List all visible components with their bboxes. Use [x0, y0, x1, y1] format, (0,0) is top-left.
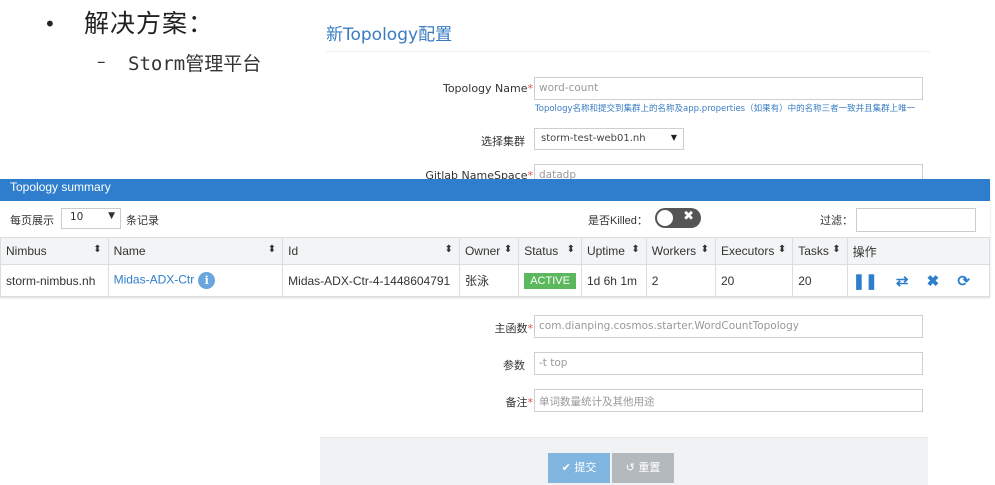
cluster-select[interactable]: storm-test-web01.nh ▼ [534, 128, 684, 150]
toggle-knob [657, 210, 673, 226]
kill-icon[interactable]: ✖ [927, 272, 940, 290]
summary-header: Topology summary [0, 179, 990, 201]
filter-input[interactable] [856, 208, 976, 232]
page-size-label: 每页展示 [10, 215, 54, 227]
entries-label: 条记录 [126, 215, 159, 227]
col-owner[interactable]: Owner ⬍ [458, 237, 520, 265]
slide-subtitle: Storm管理平台 [128, 53, 262, 75]
remark-label: 备注* [505, 396, 534, 409]
col-nimbus[interactable]: Nimbus ⬍ [0, 237, 109, 265]
pause-icon[interactable]: ❚❚ [853, 272, 878, 290]
col-name[interactable]: Name ⬍ [107, 237, 284, 265]
sort-icon: ⬍ [566, 244, 575, 255]
close-icon: ✖ [683, 209, 694, 224]
col-tasks[interactable]: Tasks ⬍ [792, 237, 848, 265]
topology-name-input[interactable]: word-count [534, 77, 923, 100]
col-id[interactable]: Id ⬍ [282, 237, 460, 265]
cell-name: Midas-ADX-Ctr i [107, 264, 284, 297]
cell-executors: 20 [714, 264, 794, 297]
col-uptime[interactable]: Uptime ⬍ [580, 237, 647, 265]
main-class-input[interactable]: com.dianping.cosmos.starter.WordCountTop… [534, 315, 923, 338]
sort-icon: ⬍ [631, 244, 640, 255]
table-header-row: Nimbus ⬍ Name ⬍ Id ⬍ Owner ⬍ Status ⬍ Uptime ⬍… [0, 237, 991, 265]
cell-id: Midas-ADX-Ctr-4-1448604791 [282, 264, 460, 297]
sort-icon: ⬍ [700, 244, 709, 255]
topology-name-link[interactable]: Midas-ADX-Ctr [114, 273, 195, 287]
topology-name-label: Topology Name* [442, 82, 533, 95]
sort-icon: ⬍ [503, 244, 513, 255]
form-title: 新Topology配置 [326, 25, 453, 45]
topology-table: Nimbus ⬍ Name ⬍ Id ⬍ Owner ⬍ Status ⬍ Uptime ⬍… [0, 237, 991, 297]
filter-label: 过滤： [820, 215, 853, 227]
main-class-label: 主函数* [494, 322, 534, 335]
killed-label: 是否Killed： [588, 215, 648, 227]
refresh-icon[interactable]: ⟳ [957, 272, 970, 290]
cell-nimbus: storm-nimbus.nh [0, 264, 109, 297]
params-label: 参数 [503, 359, 525, 372]
params-input[interactable]: -t top [534, 352, 923, 375]
sort-icon: ⬍ [777, 244, 787, 255]
cell-status: ACTIVE [518, 264, 582, 297]
chevron-down-icon: ▼ [670, 133, 677, 142]
remark-input[interactable]: 单词数量统计及其他用途 [534, 389, 923, 412]
status-badge: ACTIVE [524, 272, 576, 289]
form-title-divider [326, 51, 930, 52]
cell-uptime: 1d 6h 1m [580, 264, 647, 297]
slide-bullet-dot: • [44, 12, 56, 36]
sort-icon: ⬍ [832, 244, 841, 255]
topology-summary-panel: Topology summary 每页展示 条记录 是否Killed： 过滤： … [0, 179, 991, 297]
summary-toolbar: 每页展示 条记录 是否Killed： 过滤： [0, 201, 990, 237]
reset-button[interactable]: ↺ 重置 [612, 453, 674, 483]
info-icon[interactable]: i [198, 272, 216, 289]
col-workers[interactable]: Workers ⬍ [645, 237, 716, 265]
cell-tasks: 20 [792, 264, 848, 297]
slide-title: 解决方案： [84, 9, 215, 38]
submit-button[interactable]: ✔ 提交 [548, 453, 610, 483]
page-size-select[interactable]: 10 ▼ [61, 208, 121, 229]
cluster-label: 选择集群 [481, 135, 525, 148]
form-footer: ✔ 提交 ↺ 重置 [320, 437, 928, 485]
cell-owner: 张泳 [458, 264, 520, 297]
rebalance-icon[interactable]: ⇄ [896, 272, 909, 290]
cell-workers: 2 [645, 264, 716, 297]
col-executors[interactable]: Executors ⬍ [714, 237, 794, 265]
sort-icon: ⬍ [267, 244, 277, 255]
col-actions: 操作 [846, 237, 991, 265]
chevron-down-icon: ▼ [108, 211, 115, 221]
cell-actions: ❚❚ ⇄ ✖ ⟳ [846, 264, 991, 297]
col-status[interactable]: Status ⬍ [518, 237, 582, 265]
table-row: storm-nimbus.nh Midas-ADX-Ctr i Midas-ADX… [0, 264, 991, 297]
topology-name-help: Topology名称和提交到集群上的名称及app.properties（如果有）… [535, 104, 916, 114]
sort-icon: ⬍ [444, 244, 453, 255]
sort-icon: ⬍ [93, 244, 102, 255]
slide-sub-dash: – [97, 52, 106, 72]
killed-toggle[interactable]: ✖ [655, 208, 701, 228]
